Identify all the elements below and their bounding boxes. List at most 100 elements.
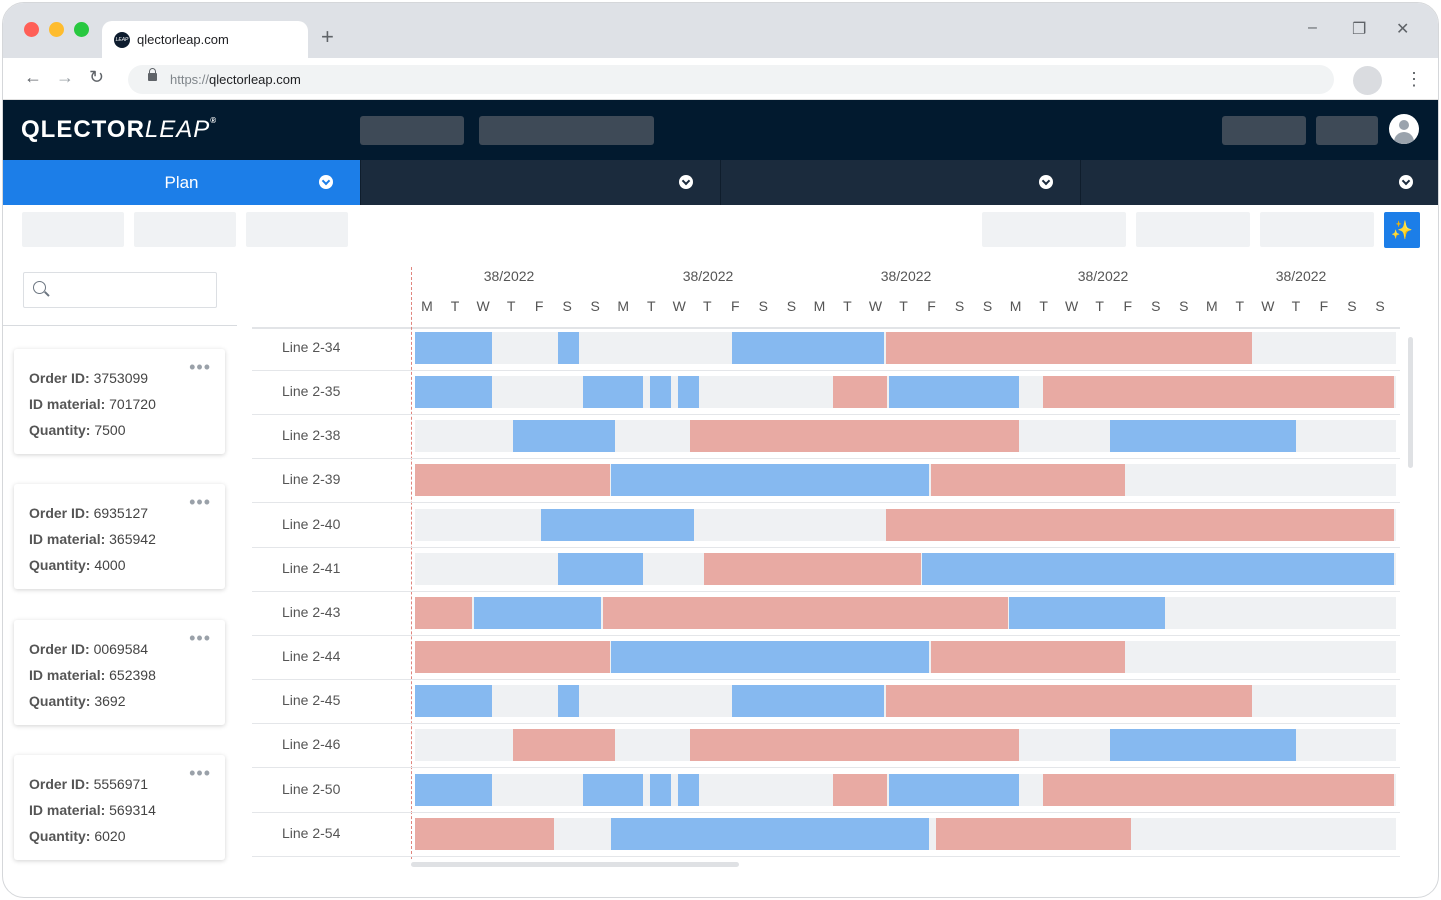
toolbar-button-3[interactable] bbox=[246, 212, 348, 247]
more-options-icon[interactable]: ••• bbox=[189, 357, 211, 378]
vertical-scrollbar[interactable] bbox=[1408, 337, 1413, 468]
user-avatar-icon[interactable] bbox=[1389, 114, 1419, 144]
gantt-task-bar[interactable] bbox=[650, 376, 672, 409]
gantt-task-bar[interactable] bbox=[415, 332, 492, 364]
gantt-task-bar[interactable] bbox=[415, 773, 492, 806]
line-label[interactable]: Line 2-41 bbox=[282, 560, 340, 576]
gantt-task-bar[interactable] bbox=[415, 596, 473, 629]
line-label[interactable]: Line 2-54 bbox=[282, 825, 340, 841]
gantt-task-bar[interactable] bbox=[611, 817, 930, 850]
tab-2[interactable] bbox=[361, 160, 721, 205]
order-card[interactable]: ••• Order ID: 5556971 ID material: 569314 Q… bbox=[14, 755, 225, 860]
auto-plan-wand-icon[interactable]: ✨ bbox=[1384, 212, 1420, 248]
gantt-task-bar[interactable] bbox=[689, 420, 1019, 453]
restore-icon[interactable]: ❐ bbox=[1352, 19, 1366, 39]
browser-tab[interactable]: LEAP qlectorleap.com bbox=[102, 21, 308, 59]
gantt-task-bar[interactable] bbox=[678, 773, 700, 806]
gantt-task-bar[interactable] bbox=[888, 376, 1019, 409]
line-label[interactable]: Line 2-45 bbox=[282, 692, 340, 708]
tab-4[interactable] bbox=[1081, 160, 1438, 205]
toolbar-button-6[interactable] bbox=[1260, 212, 1374, 247]
line-label[interactable]: Line 2-40 bbox=[282, 516, 340, 532]
gantt-task-bar[interactable] bbox=[541, 508, 694, 541]
gantt-task-bar[interactable] bbox=[678, 376, 700, 409]
order-card[interactable]: ••• Order ID: 3753099 ID material: 701720 Q… bbox=[14, 349, 225, 454]
gantt-task-bar[interactable] bbox=[885, 508, 1395, 541]
gantt-row-track[interactable] bbox=[415, 596, 1396, 629]
browser-menu-icon[interactable]: ⋮ bbox=[1405, 67, 1423, 91]
line-label[interactable]: Line 2-35 bbox=[282, 383, 340, 399]
order-card[interactable]: ••• Order ID: 6935127 ID material: 365942 Q… bbox=[14, 484, 225, 589]
horizontal-scrollbar[interactable] bbox=[411, 862, 739, 867]
toolbar-button-1[interactable] bbox=[22, 212, 124, 247]
reload-icon[interactable]: ↻ bbox=[89, 67, 104, 88]
line-label[interactable]: Line 2-38 bbox=[282, 427, 340, 443]
gantt-row-track[interactable] bbox=[415, 508, 1396, 541]
header-button-3[interactable] bbox=[1222, 116, 1306, 145]
new-tab-button[interactable]: + bbox=[321, 26, 334, 48]
line-label[interactable]: Line 2-43 bbox=[282, 604, 340, 620]
more-options-icon[interactable]: ••• bbox=[189, 763, 211, 784]
gantt-task-bar[interactable] bbox=[922, 552, 1395, 585]
address-bar[interactable]: https://qlectorleap.com bbox=[128, 65, 1334, 94]
line-label[interactable]: Line 2-44 bbox=[282, 648, 340, 664]
gantt-task-bar[interactable] bbox=[415, 641, 610, 674]
gantt-task-bar[interactable] bbox=[936, 817, 1132, 850]
gantt-task-bar[interactable] bbox=[415, 817, 554, 850]
gantt-task-bar[interactable] bbox=[1042, 773, 1395, 806]
gantt-task-bar[interactable] bbox=[703, 552, 921, 585]
tab-plan[interactable]: Plan bbox=[3, 160, 361, 205]
gantt-row-track[interactable] bbox=[415, 729, 1396, 762]
toolbar-button-5[interactable] bbox=[1136, 212, 1250, 247]
app-logo[interactable]: QLECTORLEAP® bbox=[21, 116, 217, 144]
gantt-task-bar[interactable] bbox=[583, 376, 644, 409]
forward-icon[interactable]: → bbox=[56, 67, 74, 88]
gantt-task-bar[interactable] bbox=[650, 773, 672, 806]
minimize-window-dot[interactable] bbox=[49, 22, 64, 37]
toolbar-button-4[interactable] bbox=[982, 212, 1126, 247]
gantt-task-bar[interactable] bbox=[689, 729, 1019, 762]
gantt-task-bar[interactable] bbox=[611, 464, 930, 497]
gantt-task-bar[interactable] bbox=[832, 773, 888, 806]
gantt-row-track[interactable] bbox=[415, 685, 1396, 718]
order-card[interactable]: ••• Order ID: 0069584 ID material: 652398 Q… bbox=[14, 620, 225, 725]
gantt-task-bar[interactable] bbox=[557, 552, 644, 585]
profile-avatar[interactable] bbox=[1353, 66, 1382, 95]
gantt-task-bar[interactable] bbox=[557, 332, 579, 364]
gantt-task-bar[interactable] bbox=[930, 464, 1126, 497]
more-options-icon[interactable]: ••• bbox=[189, 628, 211, 649]
line-label[interactable]: Line 2-39 bbox=[282, 471, 340, 487]
header-button-4[interactable] bbox=[1316, 116, 1378, 145]
line-label[interactable]: Line 2-50 bbox=[282, 781, 340, 797]
gantt-task-bar[interactable] bbox=[885, 332, 1252, 364]
gantt-task-bar[interactable] bbox=[1009, 596, 1165, 629]
search-input[interactable] bbox=[23, 272, 217, 308]
gantt-task-bar[interactable] bbox=[415, 464, 610, 497]
header-button-2[interactable] bbox=[479, 116, 654, 145]
more-options-icon[interactable]: ••• bbox=[189, 492, 211, 513]
gantt-task-bar[interactable] bbox=[583, 773, 644, 806]
gantt-row-track[interactable] bbox=[415, 773, 1396, 806]
back-icon[interactable]: ← bbox=[24, 67, 42, 88]
gantt-task-bar[interactable] bbox=[513, 729, 616, 762]
tab-3[interactable] bbox=[721, 160, 1081, 205]
gantt-task-bar[interactable] bbox=[415, 376, 492, 409]
gantt-row-track[interactable] bbox=[415, 552, 1396, 585]
gantt-task-bar[interactable] bbox=[885, 685, 1252, 718]
gantt-task-bar[interactable] bbox=[832, 376, 888, 409]
gantt-task-bar[interactable] bbox=[602, 596, 1008, 629]
gantt-task-bar[interactable] bbox=[473, 596, 602, 629]
gantt-task-bar[interactable] bbox=[557, 685, 579, 718]
gantt-task-bar[interactable] bbox=[731, 332, 885, 364]
line-label[interactable]: Line 2-46 bbox=[282, 736, 340, 752]
gantt-task-bar[interactable] bbox=[1110, 729, 1297, 762]
gantt-task-bar[interactable] bbox=[1042, 376, 1395, 409]
line-label[interactable]: Line 2-34 bbox=[282, 339, 340, 355]
gantt-row-track[interactable] bbox=[415, 376, 1396, 409]
header-button-1[interactable] bbox=[360, 116, 464, 145]
gantt-task-bar[interactable] bbox=[513, 420, 616, 453]
gantt-task-bar[interactable] bbox=[888, 773, 1019, 806]
gantt-task-bar[interactable] bbox=[731, 685, 885, 718]
gantt-row-track[interactable] bbox=[415, 641, 1396, 674]
gantt-task-bar[interactable] bbox=[415, 685, 492, 718]
